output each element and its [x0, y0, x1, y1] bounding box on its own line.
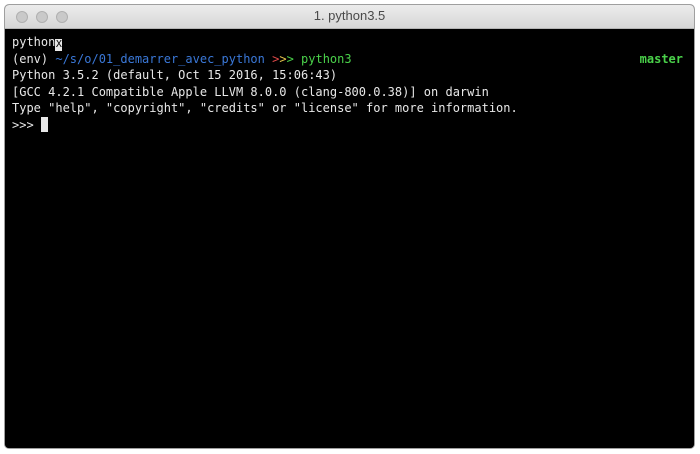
prompt-arrow-green: > — [286, 51, 294, 66]
prompt-arrow-yellow: > — [279, 51, 287, 66]
compiler-info-line: [GCC 4.2.1 Compatible Apple LLVM 8.0.0 (… — [12, 84, 489, 99]
current-path: ~/s/o/01_demarrer_avec_python — [55, 51, 265, 66]
window-title: 1. python3.5 — [313, 8, 386, 23]
title-bar[interactable]: 1. python3.5 — [5, 5, 694, 29]
help-hint-line: Type "help", "copyright", "credits" or "… — [12, 101, 518, 115]
git-branch-label: master — [639, 51, 683, 66]
python-version-line: Python 3.5.2 (default, Oct 15 2016, 15:0… — [12, 68, 338, 82]
terminal-window: 1. python3.5 pythonX (env) ~/s/o/01_dema… — [4, 4, 695, 449]
terminal-output[interactable]: pythonX (env) ~/s/o/01_demarrer_avec_pyt… — [5, 29, 694, 448]
text-cursor — [40, 116, 48, 132]
python-prompt: >>> — [12, 117, 41, 132]
terminal-line: pythonX — [12, 34, 694, 51]
python-prompt-line[interactable]: >>> — [12, 116, 694, 134]
typed-text: python — [12, 35, 56, 49]
cursor-marker: X — [55, 39, 63, 51]
entered-command: python3 — [293, 51, 352, 66]
shell-prompt-line: (env) ~/s/o/01_demarrer_avec_python >>> … — [12, 51, 694, 68]
virtualenv-label: (env) — [12, 51, 56, 66]
